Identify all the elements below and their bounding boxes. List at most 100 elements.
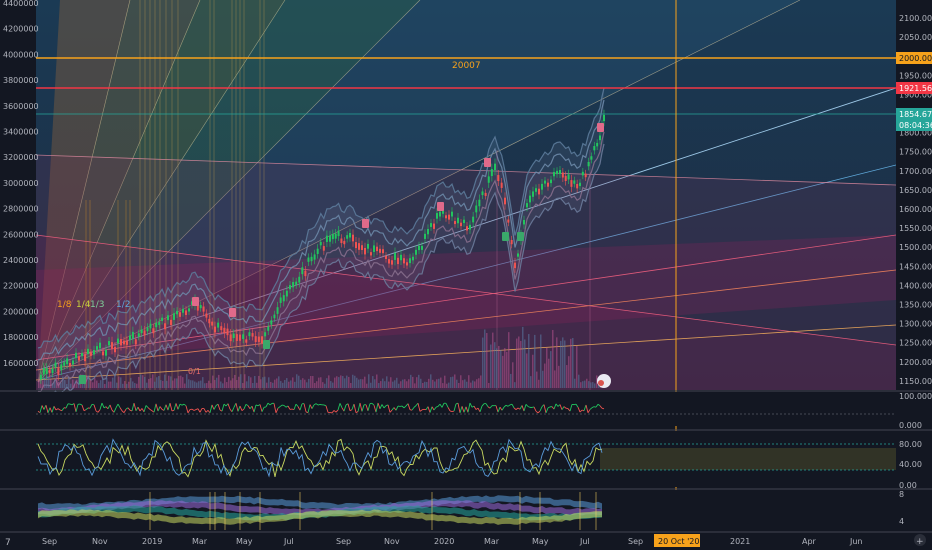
time-axis-label: Mar — [192, 537, 208, 546]
candle-body — [152, 328, 155, 334]
candle-body — [167, 315, 169, 321]
volume-bar — [188, 379, 190, 388]
volume-bar — [402, 379, 404, 388]
left-price-axis[interactable]: 4400000 4200000 4000000 3800000 3600000 34000… — [3, 0, 39, 368]
volume-bar — [290, 380, 292, 388]
signal-marker — [597, 123, 604, 132]
volume-bar — [308, 378, 310, 388]
volume-bar — [108, 381, 110, 388]
volume-bar — [352, 374, 354, 388]
candle-body — [466, 226, 468, 231]
oscillator-pane-1[interactable]: 100.000 0.000 — [0, 390, 932, 430]
volume-bar — [210, 383, 212, 388]
candle-body — [590, 156, 593, 160]
fan-label-1-2: 1/2 — [116, 300, 130, 310]
volume-bar — [454, 374, 456, 388]
candle-body — [322, 246, 325, 251]
volume-bar — [110, 381, 112, 388]
volume-bar — [414, 383, 416, 388]
volume-bar — [396, 377, 398, 388]
timezone-button[interactable]: 7 — [5, 538, 11, 548]
volume-bar — [242, 383, 244, 388]
volume-bar — [528, 334, 530, 388]
candle-body — [248, 332, 251, 337]
trading-chart[interactable]: 20007 1/8 1/4 1/3 1/2 0/1 44000004200000… — [0, 0, 932, 550]
volume-bar — [94, 378, 96, 388]
volume-bar — [324, 383, 326, 388]
time-axis-label: Mar — [484, 537, 500, 546]
volume-bar — [168, 375, 170, 388]
volume-bar — [44, 379, 46, 388]
oscillator-pane-3[interactable]: 8 4 — [0, 488, 932, 532]
volume-bar — [134, 383, 136, 388]
volume-bar — [166, 380, 168, 388]
volume-bar — [348, 376, 350, 388]
volume-bar — [334, 377, 336, 388]
volume-bar — [162, 380, 164, 388]
osc1-tick-top: 100.000 — [899, 392, 932, 401]
time-axis-label: 2021 — [730, 537, 750, 546]
volume-bar — [532, 354, 534, 388]
volume-bar — [488, 383, 490, 388]
right-axis-tick: 1200.000 — [899, 358, 932, 367]
volume-bar — [418, 374, 420, 388]
volume-bar — [262, 377, 264, 388]
candle-body — [205, 313, 208, 318]
volume-bar — [74, 383, 76, 388]
candle-body — [343, 240, 346, 245]
volume-bar — [572, 338, 574, 388]
candle-body — [424, 233, 426, 239]
right-axis-tick: 1600.000 — [899, 205, 932, 214]
volume-bar — [404, 379, 406, 388]
volume-bar — [98, 383, 100, 388]
candle-body — [346, 235, 349, 239]
candle-body — [460, 222, 462, 227]
candle-body — [603, 114, 605, 122]
oscillator-pane-2[interactable]: 80.00 40.00 0.00 — [0, 429, 932, 490]
volume-bar — [442, 383, 444, 388]
volume-bar — [362, 379, 364, 388]
candle-body — [421, 245, 423, 250]
candle-body — [267, 326, 270, 331]
volume-bar — [446, 383, 448, 388]
volume-bar — [426, 382, 428, 388]
volume-bar — [538, 379, 540, 388]
candle-body — [599, 135, 601, 141]
volume-bar — [498, 345, 500, 388]
volume-bar — [336, 376, 338, 388]
volume-bar — [52, 382, 54, 388]
candle-body — [120, 339, 122, 346]
candle-body — [388, 259, 390, 264]
candle-body — [123, 340, 125, 345]
candle-body — [235, 334, 238, 341]
volume-bar — [222, 383, 224, 388]
fan-label-1-4: 1/4 — [76, 300, 91, 310]
candle-body — [573, 180, 576, 184]
volume-bar — [122, 383, 124, 388]
volume-bar — [578, 374, 580, 388]
right-axis-tick: 1550.000 — [899, 224, 932, 233]
volume-bar — [218, 374, 220, 388]
volume-bar — [510, 373, 512, 388]
volume-bar — [316, 381, 318, 388]
volume-bar — [148, 378, 150, 388]
volume-bar — [236, 380, 238, 388]
volume-bar — [330, 381, 332, 388]
candle-body — [469, 224, 471, 230]
volume-bar — [346, 375, 348, 388]
candle-body — [507, 219, 510, 223]
left-axis-tick: 2200000 — [3, 282, 39, 291]
volume-bar — [494, 342, 496, 388]
volume-bar — [194, 381, 196, 388]
right-axis-tick: 1700.000 — [899, 167, 932, 176]
volume-bar — [428, 378, 430, 388]
volume-bar — [420, 378, 422, 388]
volume-bar — [88, 375, 90, 388]
volume-bar — [206, 383, 208, 388]
volume-bar — [582, 381, 584, 388]
volume-bar — [172, 380, 174, 388]
volume-bar — [558, 365, 560, 388]
volume-bar — [590, 382, 592, 388]
volume-bar — [280, 381, 282, 388]
candle-body — [261, 336, 263, 344]
